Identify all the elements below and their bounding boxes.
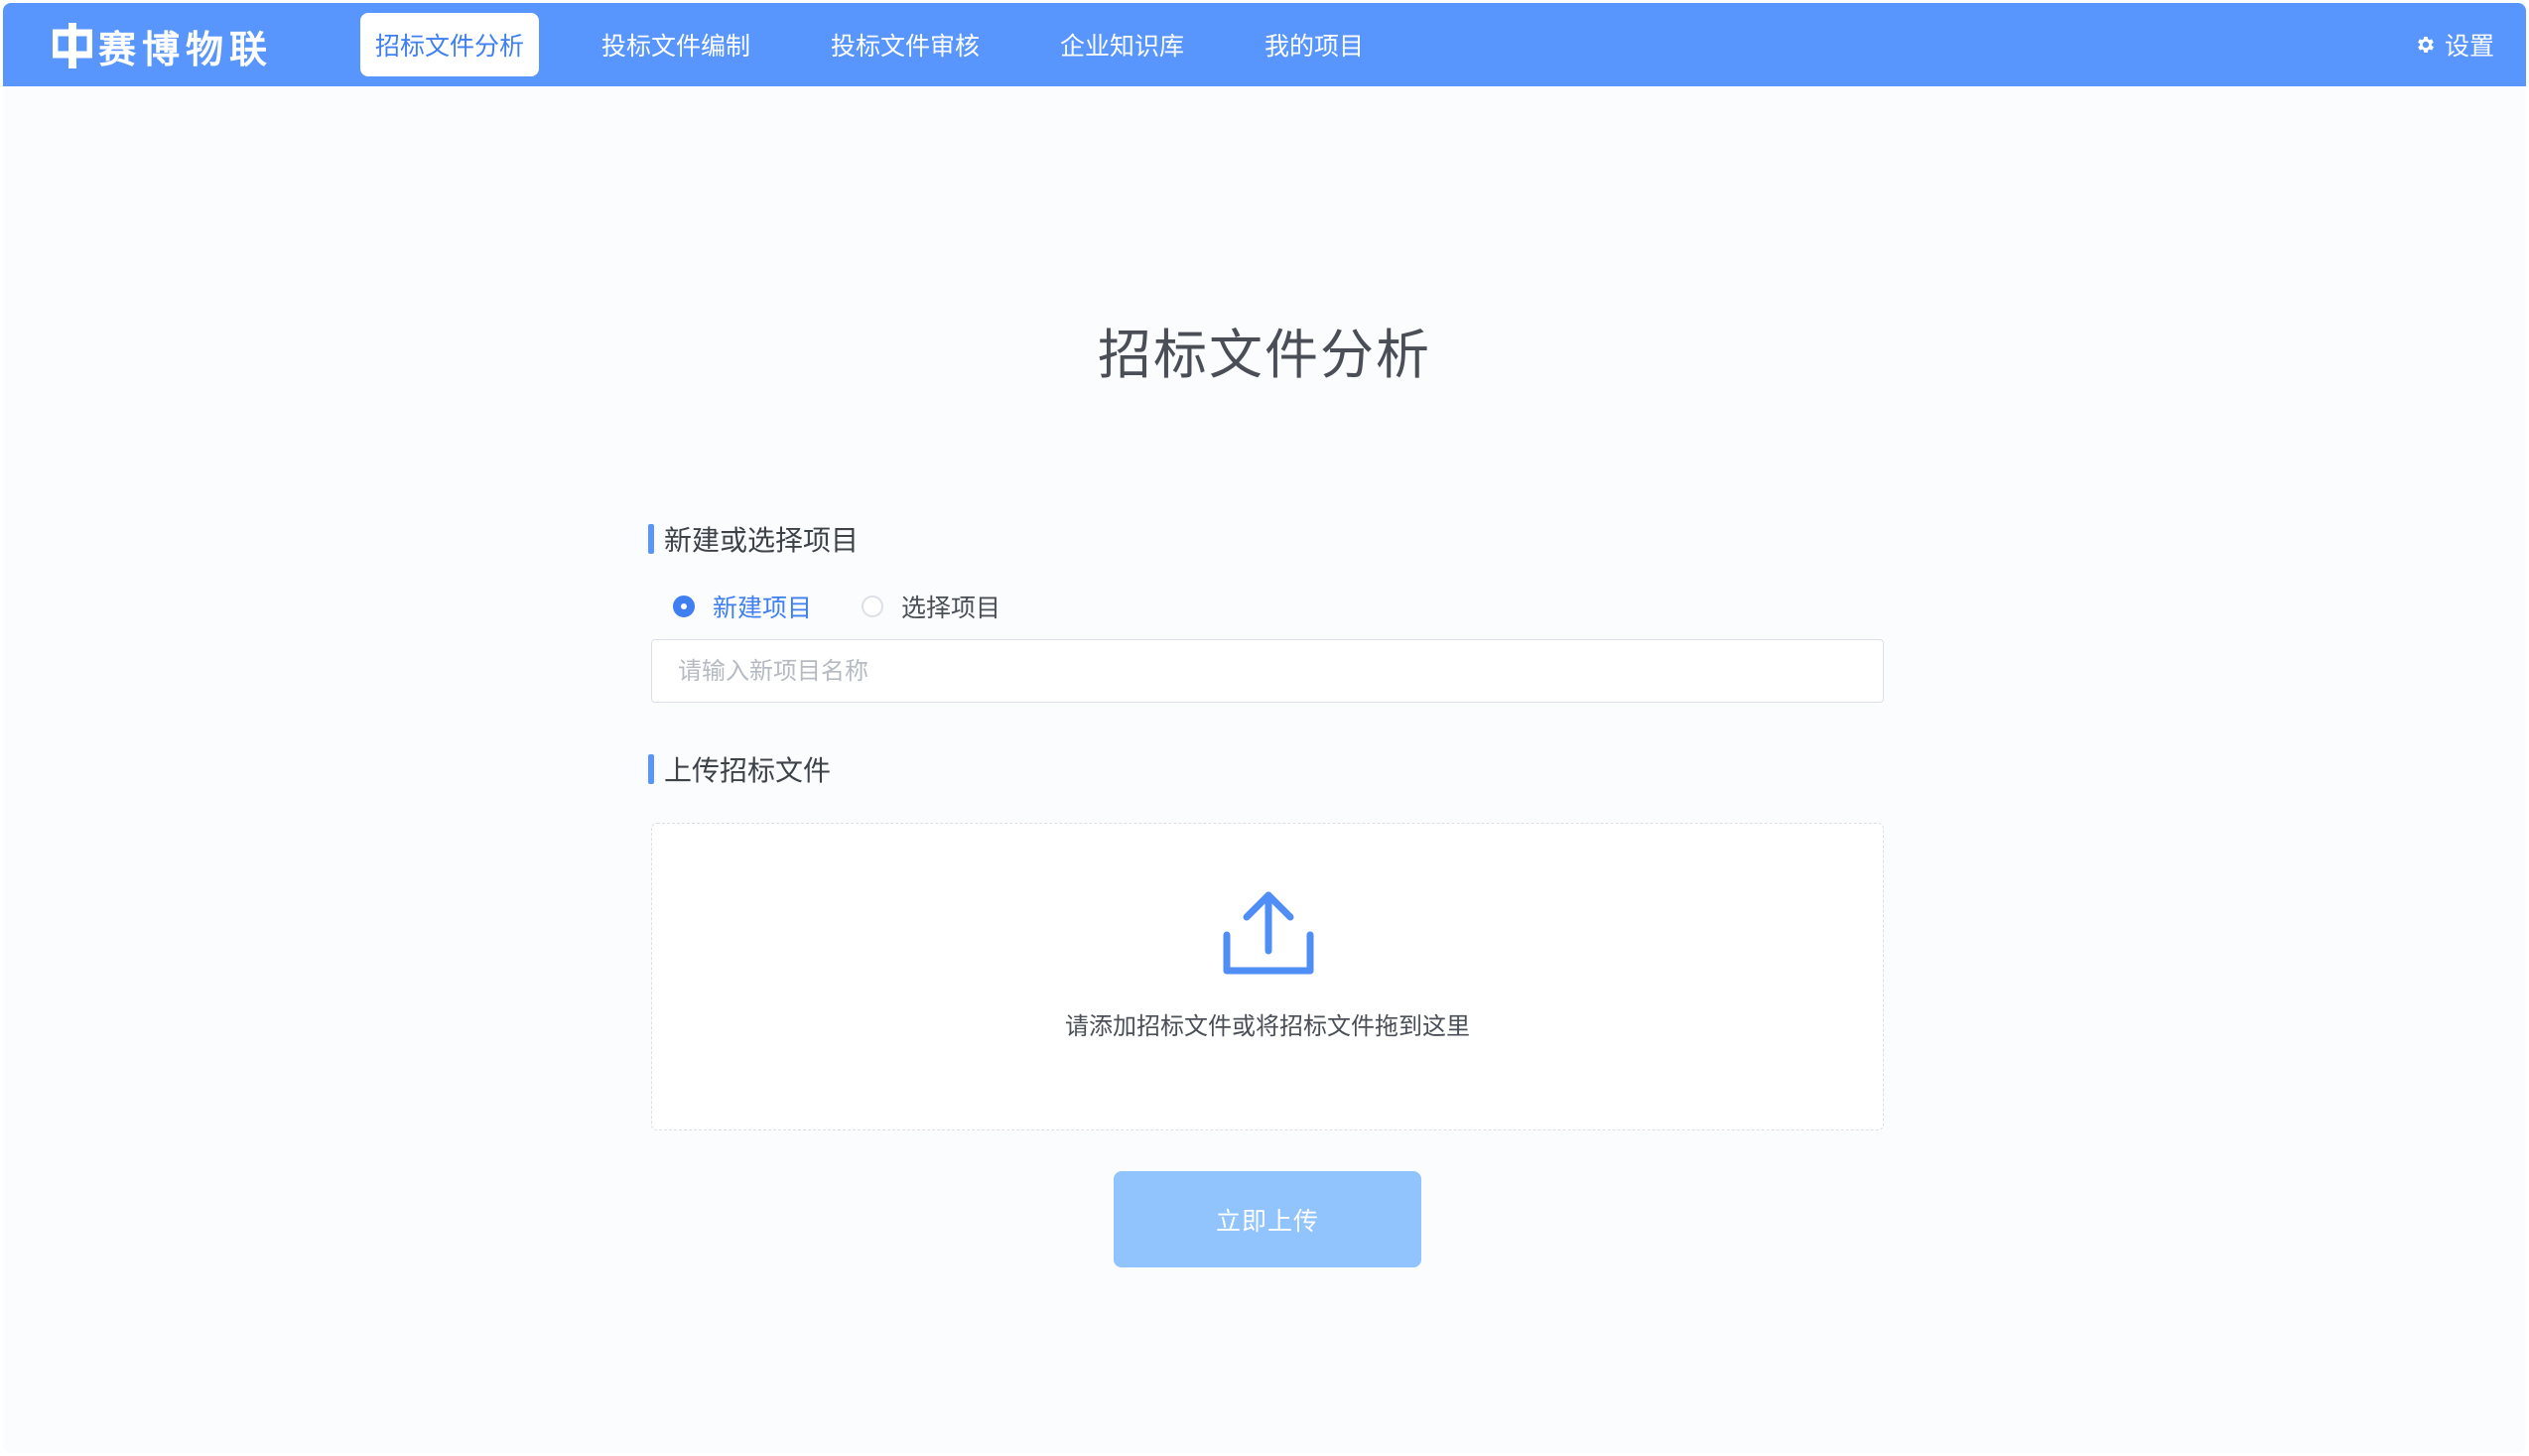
- project-mode-radio-group: 新建项目 选择项目: [673, 589, 1050, 624]
- nav-tab-my-projects[interactable]: 我的项目: [1247, 13, 1382, 76]
- settings-label: 设置: [2444, 32, 2494, 61]
- upload-icon: [1223, 891, 1314, 975]
- brand-name: 赛博物联: [98, 27, 274, 71]
- section-accent-bar: [648, 524, 654, 554]
- page-title: 招标文件分析: [1098, 324, 1431, 386]
- file-drop-zone[interactable]: 请添加招标文件或将招标文件拖到这里: [651, 823, 1884, 1130]
- nav-tab-bid-compilation[interactable]: 投标文件编制: [584, 13, 768, 76]
- radio-label: 选择项目: [901, 594, 1001, 622]
- project-section-heading: 新建或选择项目: [648, 519, 859, 559]
- nav-tab-label: 招标文件分析: [374, 32, 524, 61]
- section-heading-text: 上传招标文件: [664, 754, 832, 787]
- nav-tab-tender-analysis[interactable]: 招标文件分析: [360, 13, 539, 76]
- radio-label: 新建项目: [713, 594, 813, 622]
- project-name-input[interactable]: [651, 639, 1884, 703]
- nav-tab-bid-review[interactable]: 投标文件审核: [813, 13, 998, 76]
- gear-icon: [2418, 37, 2434, 53]
- upload-section-heading: 上传招标文件: [648, 749, 831, 789]
- radio-unchecked-icon: [862, 596, 884, 617]
- radio-new-project[interactable]: 新建项目: [673, 589, 812, 624]
- section-accent-bar: [648, 754, 654, 784]
- nav-tab-label: 投标文件编制: [601, 32, 751, 61]
- nav-tab-knowledge-base[interactable]: 企业知识库: [1042, 13, 1202, 76]
- top-nav-bar: 赛博物联 招标文件分析 投标文件编制 投标文件审核 企业知识库 我的项目 设置: [3, 3, 2526, 86]
- nav-tab-label: 我的项目: [1264, 32, 1365, 61]
- upload-now-button[interactable]: 立即上传: [1114, 1171, 1421, 1267]
- main-nav: 招标文件分析 投标文件编制 投标文件审核 企业知识库 我的项目: [360, 13, 1426, 76]
- nav-tab-label: 企业知识库: [1060, 32, 1185, 61]
- section-heading-text: 新建或选择项目: [664, 524, 860, 557]
- nav-tab-label: 投标文件审核: [831, 32, 981, 61]
- zhong-logo-icon: [51, 21, 94, 70]
- upload-hint-text: 请添加招标文件或将招标文件拖到这里: [1065, 1012, 1470, 1040]
- brand-logo[interactable]: 赛博物联: [51, 21, 274, 71]
- radio-checked-icon: [673, 596, 695, 617]
- app-window: 赛博物联 招标文件分析 投标文件编制 投标文件审核 企业知识库 我的项目 设置: [3, 3, 2526, 1453]
- radio-select-project[interactable]: 选择项目: [862, 589, 1000, 624]
- settings-button[interactable]: 设置: [2415, 27, 2494, 63]
